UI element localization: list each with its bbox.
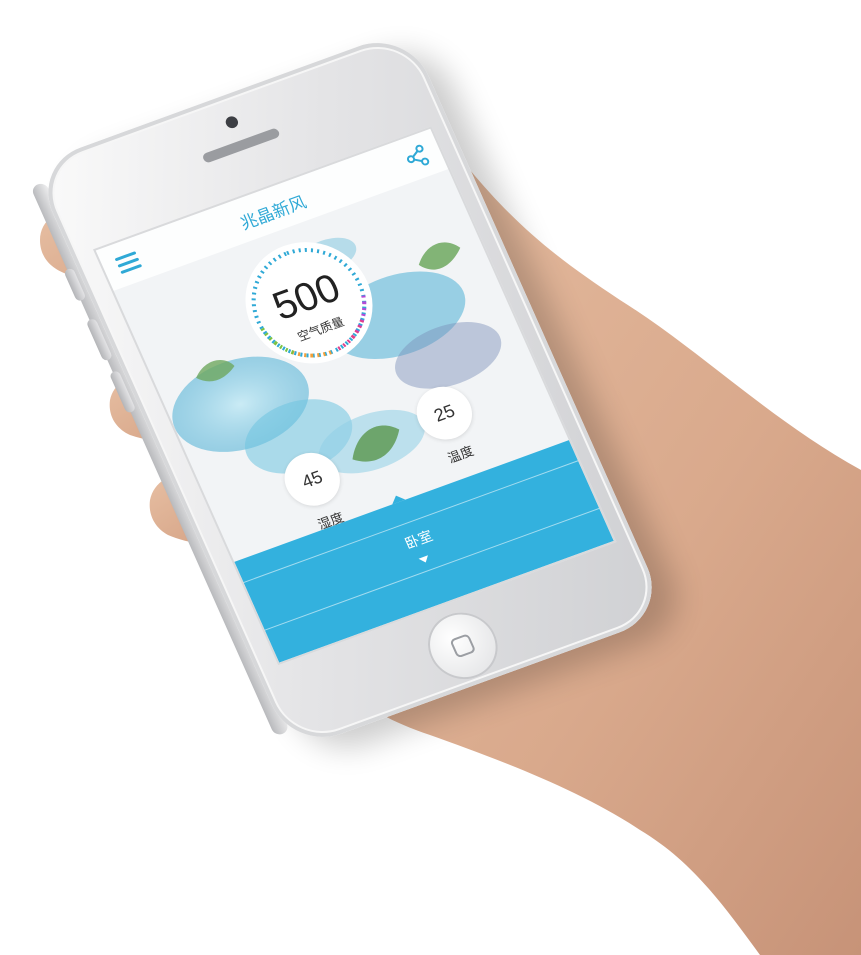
home-square-icon (449, 633, 477, 659)
caret-down-icon[interactable] (418, 555, 431, 565)
pointer-notch (389, 493, 406, 505)
